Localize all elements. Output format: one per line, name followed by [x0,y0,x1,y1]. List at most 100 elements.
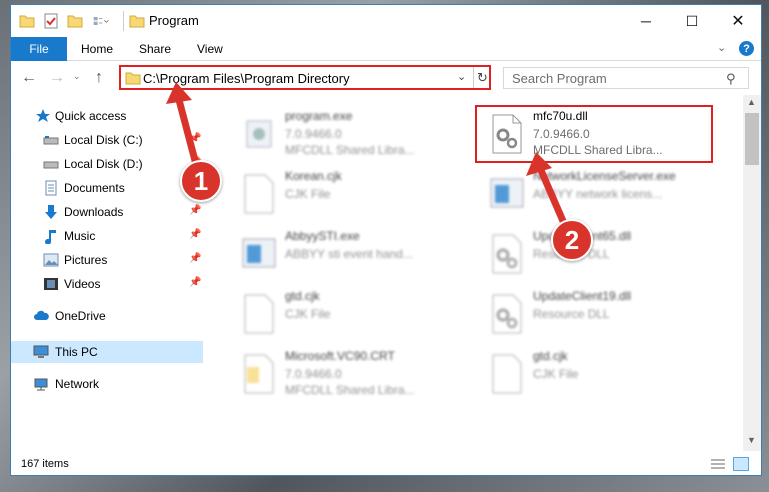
new-folder-icon[interactable] [67,13,83,29]
sidebar-item-label: Videos [64,277,101,291]
cloud-icon [34,310,49,320]
step-2-callout: 2 [551,219,593,261]
folder-icon[interactable] [19,13,35,29]
pin-icon: 📌 [189,277,202,288]
file-type: CJK File [285,307,331,321]
sidebar-item-this-pc[interactable]: This PC [11,341,203,363]
back-button[interactable]: ← [21,69,37,87]
tab-share[interactable]: Share [139,42,171,56]
file-name: Microsoft.VC90.CRT [285,349,395,363]
scrollbar-thumb[interactable] [745,113,759,165]
blank-file-icon [492,354,522,394]
file-name: gtd.cjk [285,289,320,303]
recent-locations-chevron-icon[interactable]: ⌄ [73,71,81,82]
folder-icon [129,15,145,28]
folder-icon [125,72,141,85]
window-title: Program [149,13,199,28]
sidebar-item-label: Quick access [55,109,127,123]
file-item-program-exe[interactable]: program.exe 7.0.9466.0 MFCDLL Shared Lib… [233,105,463,161]
music-icon [45,230,56,244]
drive-icon [43,136,59,145]
sidebar-item-label: Downloads [64,205,124,219]
sidebar-item-videos[interactable]: Videos 📌 [11,273,203,295]
tab-file[interactable]: File [11,37,67,61]
address-dropdown-icon[interactable]: ⌄ [457,70,466,83]
pin-icon: 📌 [189,205,202,216]
file-item-abbyysti-exe[interactable]: AbbyySTI.exe ABBYY sti event hand... [233,225,463,281]
file-item-microsoft-vc90-crt[interactable]: Microsoft.VC90.CRT 7.0.9466.0 MFCDLL Sha… [233,345,463,401]
search-placeholder: Search Program [512,71,607,86]
file-name: NetworkLicenseServer.exe [533,169,676,183]
search-icon[interactable]: ⚲ [726,71,736,87]
sidebar-item-local-disk-d[interactable]: Local Disk (D:) 📌 [11,153,203,175]
dll-gear-icon [492,234,522,274]
sidebar-item-onedrive[interactable]: OneDrive [11,305,203,327]
download-icon [45,205,57,219]
ribbon-tabs: File Home Share View ⌄ ? [11,37,761,61]
file-name: gtd.cjk [533,349,568,363]
file-item-networklicenseserver-exe[interactable]: NetworkLicenseServer.exe ABBYY network l… [481,165,711,221]
file-item-updateclient65-dll[interactable]: UpdateClient65.dll Resource DLL [481,225,711,281]
computer-icon [33,345,49,358]
toolbar-separator [123,11,124,31]
status-bar: 167 items [11,451,761,475]
file-item-gtd-cjk[interactable]: gtd.cjk CJK File [233,285,463,341]
sidebar-item-quick-access[interactable]: Quick access [11,105,203,127]
scroll-down-icon[interactable]: ▼ [747,435,756,445]
sidebar-item-network[interactable]: Network [11,373,203,395]
file-item-updateclient19-dll[interactable]: UpdateClient19.dll Resource DLL [481,285,711,341]
sidebar-item-label: Local Disk (C:) [64,133,143,147]
properties-check-icon[interactable] [43,13,59,29]
highlight-box-mfc70u [475,105,713,163]
sidebar-item-documents[interactable]: Documents 📌 [11,177,203,199]
sidebar-item-label: Documents [64,181,125,195]
minimize-button[interactable]: ─ [623,5,669,37]
documents-icon [45,180,57,196]
vertical-scrollbar[interactable]: ▲ ▼ [743,95,761,451]
sidebar-item-label: Network [55,377,100,391]
sidebar-item-local-disk-c[interactable]: Local Disk (C:) 📌 [11,129,203,151]
folder-file-icon [244,354,274,394]
search-input[interactable]: Search Program ⚲ [503,67,749,89]
tab-view[interactable]: View [197,42,223,56]
file-name: AbbyySTI.exe [285,229,360,243]
file-description: MFCDLL Shared Libra... [285,143,415,157]
close-button[interactable]: ✕ [715,5,761,37]
blank-file-icon [244,294,274,334]
pictures-icon [43,253,59,267]
sidebar-item-label: OneDrive [55,309,106,323]
exe-icon [246,120,272,148]
file-item-korean-cjk[interactable]: Korean.cjk CJK File [233,165,463,221]
sidebar-item-label: Local Disk (D:) [64,157,143,171]
details-view-icon[interactable] [711,458,725,470]
tab-home[interactable]: Home [81,42,113,56]
up-button[interactable]: ↑ [95,69,103,87]
expand-ribbon-icon[interactable]: ⌄ [717,41,726,54]
scroll-up-icon[interactable]: ▲ [747,97,756,107]
sidebar-item-downloads[interactable]: Downloads 📌 [11,201,203,223]
step-1-callout: 1 [180,160,222,202]
large-icons-view-icon[interactable] [733,457,749,471]
exe-window-icon [490,178,524,208]
file-description: MFCDLL Shared Libra... [285,383,415,397]
file-type: CJK File [533,367,579,381]
file-item-gtd-cjk-2[interactable]: gtd.cjk CJK File [481,345,711,401]
maximize-button[interactable]: ☐ [669,5,715,37]
file-name: UpdateClient19.dll [533,289,632,303]
pin-icon: 📌 [189,229,202,240]
title-bar: Program ─ ☐ ✕ [11,5,761,37]
sidebar-item-label: Music [64,229,96,243]
forward-button[interactable]: → [49,69,65,87]
address-row: ← → ⌄ ↑ C:\Program Files\Program Directo… [11,61,761,95]
address-path[interactable]: C:\Program Files\Program Directory [143,71,350,86]
dll-gear-icon [492,294,522,334]
refresh-icon[interactable]: ↻ [473,67,491,88]
customize-toolbar-icon[interactable] [93,13,109,29]
item-count: 167 items [21,458,69,470]
address-bar[interactable]: C:\Program Files\Program Directory ⌄ ↻ [119,65,491,90]
help-icon[interactable]: ? [739,41,754,56]
sidebar-item-music[interactable]: Music 📌 [11,225,203,247]
file-type: CJK File [285,187,331,201]
star-icon [36,109,50,122]
sidebar-item-pictures[interactable]: Pictures 📌 [11,249,203,271]
